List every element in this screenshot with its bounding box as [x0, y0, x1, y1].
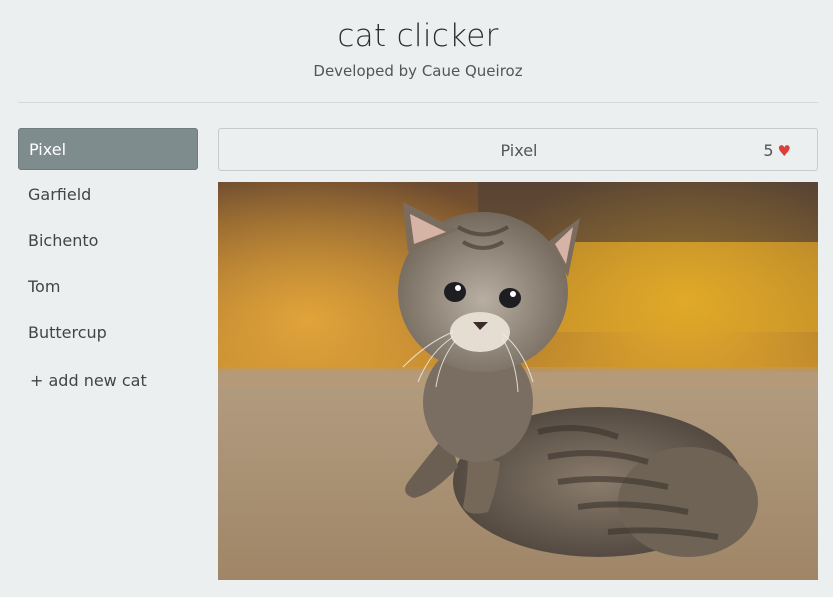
app-title: cat clicker [337, 18, 499, 54]
app-subtitle: Developed by Caue Queiroz [313, 62, 523, 80]
cat-list-item-pixel[interactable]: Pixel [18, 128, 198, 170]
heart-icon: ♥ [777, 142, 791, 160]
header-divider [18, 102, 818, 103]
cat-list-item-buttercup[interactable]: Buttercup [18, 312, 198, 354]
cat-list-item-bichento[interactable]: Bichento [18, 220, 198, 262]
cat-info-bar: Pixel 5 ♥ [218, 128, 818, 171]
cat-list-item-tom[interactable]: Tom [18, 266, 198, 308]
cat-list-item-garfield[interactable]: Garfield [18, 174, 198, 216]
click-count: 5 [763, 141, 774, 160]
cat-name: Pixel [500, 141, 538, 160]
cat-image[interactable] [218, 182, 818, 580]
cat-photo[interactable] [218, 182, 818, 580]
click-counter: 5 ♥ [763, 129, 791, 172]
add-new-cat-button[interactable]: + add new cat [18, 360, 198, 402]
